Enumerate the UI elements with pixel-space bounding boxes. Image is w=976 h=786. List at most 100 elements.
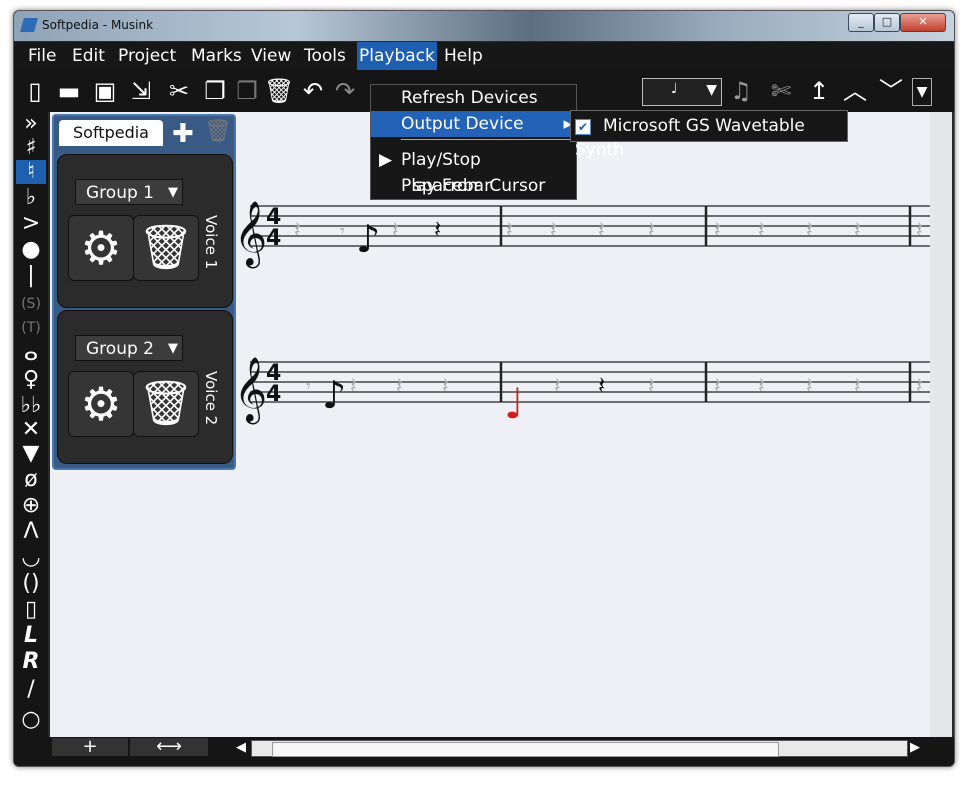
rest-ghost-icon: 𝄽 [294,218,301,243]
menu-file[interactable]: File [26,42,58,70]
circle-icon[interactable]: ○ [16,708,46,732]
scroll-right-icon[interactable]: ▶ [910,740,920,755]
add-group-icon[interactable]: ✚ [172,119,194,149]
maximize-button[interactable]: □ [874,13,900,32]
project-tab[interactable]: Softpedia [59,120,163,146]
redo-icon[interactable]: ↷ [330,78,360,104]
group-select-1[interactable]: Group 1 ▼ [75,179,183,205]
toolbar-more-icon[interactable]: ▼ [912,78,932,106]
null-icon[interactable]: ø [16,468,46,492]
vertical-scrollbar[interactable] [930,112,952,737]
menu-marks[interactable]: Marks [189,42,244,70]
group-select-2[interactable]: Group 2 ▼ [75,335,183,361]
menu-view[interactable]: View [249,42,293,70]
menu-playback[interactable]: Playback [357,42,437,70]
t-icon[interactable]: (T) [16,316,46,340]
menu-item-play-stop[interactable]: ▶ Play/Stop spacebar [371,147,576,196]
export-icon[interactable]: ⇲ [126,78,156,104]
groups-panel: Softpedia ✚ 🗑 Group 1 ▼ Voice 1 ⚙ 🗑 Grou… [52,114,236,470]
add-icon[interactable]: + [52,738,128,756]
cut-icon[interactable]: ✂ [164,78,194,104]
menu-project[interactable]: Project [116,42,178,70]
menu-item-refresh-devices[interactable]: Refresh Devices [371,85,576,111]
rest-ghost-icon: 𝄽 [916,374,923,399]
output-device-submenu: ✔ Microsoft GS Wavetable Synth [570,110,848,160]
trash-icon: 🗑 [138,222,194,273]
natural-icon[interactable]: ♮ [16,160,46,184]
group-delete-button-1[interactable]: 🗑 [133,215,199,281]
s-icon[interactable]: (S) [16,292,46,316]
beam-icon[interactable]: ♫ [726,78,756,104]
duration-select[interactable]: ♩ ▼ [642,78,722,106]
rest-ghost-icon: 𝄽 [598,218,605,243]
window-title: Softpedia - Musink [42,18,154,32]
group-settings-button-2[interactable]: ⚙ [68,371,134,437]
menu-item-output-device[interactable]: Output Device ▸ [371,111,576,137]
caret-icon[interactable]: Λ [16,520,46,544]
group-delete-button-2[interactable]: 🗑 [133,371,199,437]
rest-ghost-icon: 𝄽 [714,374,721,399]
undo-icon[interactable]: ↶ [298,78,328,104]
stem-icon[interactable]: | [16,264,46,288]
save-icon[interactable]: ▣ [90,78,120,104]
new-file-icon[interactable]: ▯ [20,78,50,104]
eighth-rest-ghost-icon: 𝄾 [340,221,345,242]
scroll-left-icon[interactable]: ◀ [236,740,246,755]
group-settings-button-1[interactable]: ⚙ [68,215,134,281]
delete-icon[interactable]: 🗑 [264,78,294,104]
menu-item-play-from-cursor[interactable]: Play From Cursor [371,173,576,199]
group-card-1: Group 1 ▼ Voice 1 ⚙ 🗑 [57,154,233,308]
x-icon[interactable]: ✕ [16,418,46,442]
open-folder-icon[interactable]: ▬ [54,78,84,104]
scroll-thumb[interactable] [272,742,779,757]
whole-note-icon[interactable]: ● [16,238,46,262]
chevron-down-icon[interactable]: ﹀ [876,78,906,104]
eighth-rest-ghost-icon: 𝄾 [306,376,311,397]
paste-icon[interactable]: ❐ [232,78,262,104]
slash-icon[interactable]: / [16,678,46,702]
menu-tools[interactable]: Tools [302,42,348,70]
stop-icon[interactable]: ⊕ [16,494,46,518]
double-flat-icon[interactable]: ♭♭ [16,394,46,418]
menu-help[interactable]: Help [442,42,485,70]
rest-ghost-icon: 𝄽 [806,218,813,243]
horizontal-scrollbar[interactable] [251,740,908,757]
submenu-item-device[interactable]: ✔ Microsoft GS Wavetable Synth [575,114,847,160]
expand-horizontal-icon[interactable]: ⟷ [130,738,208,756]
selected-quarter-note-icon[interactable]: ♩ [504,379,524,428]
flat-icon[interactable]: ♭ [16,186,46,210]
marks-palette: » ♯ ♮ ♭ > ● | (S) (T) ⴰ ♀ ♭♭ ✕ ▼ ø ⊕ Λ ◡… [14,112,48,766]
rest-ghost-icon: 𝄽 [714,218,721,243]
rest-ghost-icon: 𝄽 [758,218,765,243]
fermata-icon[interactable]: ⴰ [16,342,46,366]
R-icon[interactable]: R [16,650,46,674]
bracket-icon[interactable]: () [16,572,46,596]
accent-icon[interactable]: > [16,212,46,236]
box-icon[interactable]: ▯ [16,598,46,622]
close-button[interactable]: ✕ [900,13,946,32]
quarter-rest-icon: 𝄽 [434,215,441,243]
copy-icon[interactable]: ❐ [200,78,230,104]
split-icon[interactable]: ✄ [766,78,796,104]
rest-ghost-icon: 𝄽 [350,374,357,399]
dagger-icon[interactable]: ♀ [16,368,46,392]
bottom-bar: + ⟷ ◀ ▶ [14,737,954,766]
trash-icon: 🗑 [138,378,194,429]
checkbox-checked-icon: ✔ [575,119,591,135]
app-icon [20,18,38,32]
eighth-note-icon: ♪ [322,373,346,417]
sharp-icon[interactable]: ♯ [16,136,46,160]
arrow-up-bar-icon[interactable]: ↥ [804,78,834,104]
chevron-up-icon[interactable]: ︿ [840,78,870,104]
double-chevron-icon[interactable]: » [16,112,46,136]
delete-group-icon[interactable]: 🗑 [204,119,232,144]
time-sig-bottom: 4 [266,226,281,251]
L-icon[interactable]: L [16,624,46,648]
gear-icon: ⚙ [80,221,122,275]
breath-icon[interactable]: ◡ [16,546,46,570]
triangle-icon[interactable]: ▼ [16,442,46,466]
rest-ghost-icon: 𝄽 [506,218,513,243]
menu-edit[interactable]: Edit [70,42,107,70]
minimize-button[interactable]: _ [848,13,874,32]
gear-icon: ⚙ [80,377,122,431]
